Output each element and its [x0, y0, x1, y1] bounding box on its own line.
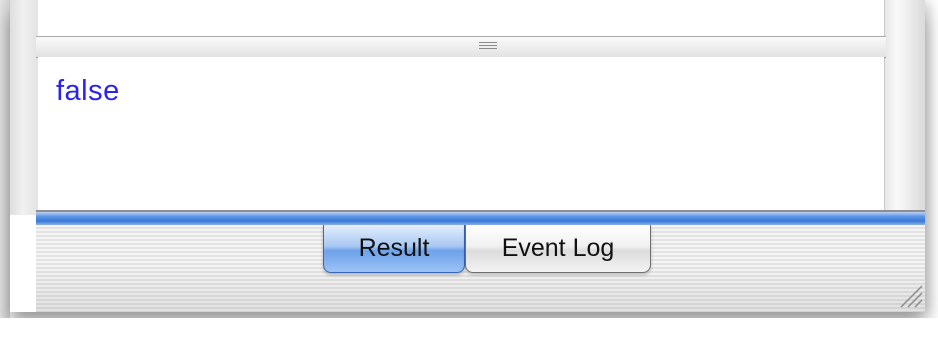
- tab-result-label: Result: [358, 234, 430, 262]
- script-editor-window: false Result Event Log: [10, 0, 925, 312]
- resize-grip-icon[interactable]: [899, 284, 923, 308]
- splitter-grip-icon[interactable]: [479, 42, 497, 51]
- tab-divider-accent: [36, 212, 925, 225]
- desktop-background: [0, 0, 10, 338]
- result-pane[interactable]: false: [38, 57, 884, 210]
- script-pane[interactable]: [38, 0, 884, 36]
- tab-result[interactable]: Result: [323, 225, 465, 273]
- tab-event-log-label: Event Log: [501, 234, 615, 262]
- desktop-background-bottom: [0, 318, 938, 338]
- vertical-scrollbar[interactable]: [884, 0, 925, 215]
- result-value: false: [56, 75, 120, 107]
- bottom-tab-bar: Result Event Log: [36, 225, 925, 312]
- pane-splitter[interactable]: [36, 36, 886, 58]
- tab-event-log[interactable]: Event Log: [465, 225, 651, 273]
- window-left-edge: [10, 0, 38, 215]
